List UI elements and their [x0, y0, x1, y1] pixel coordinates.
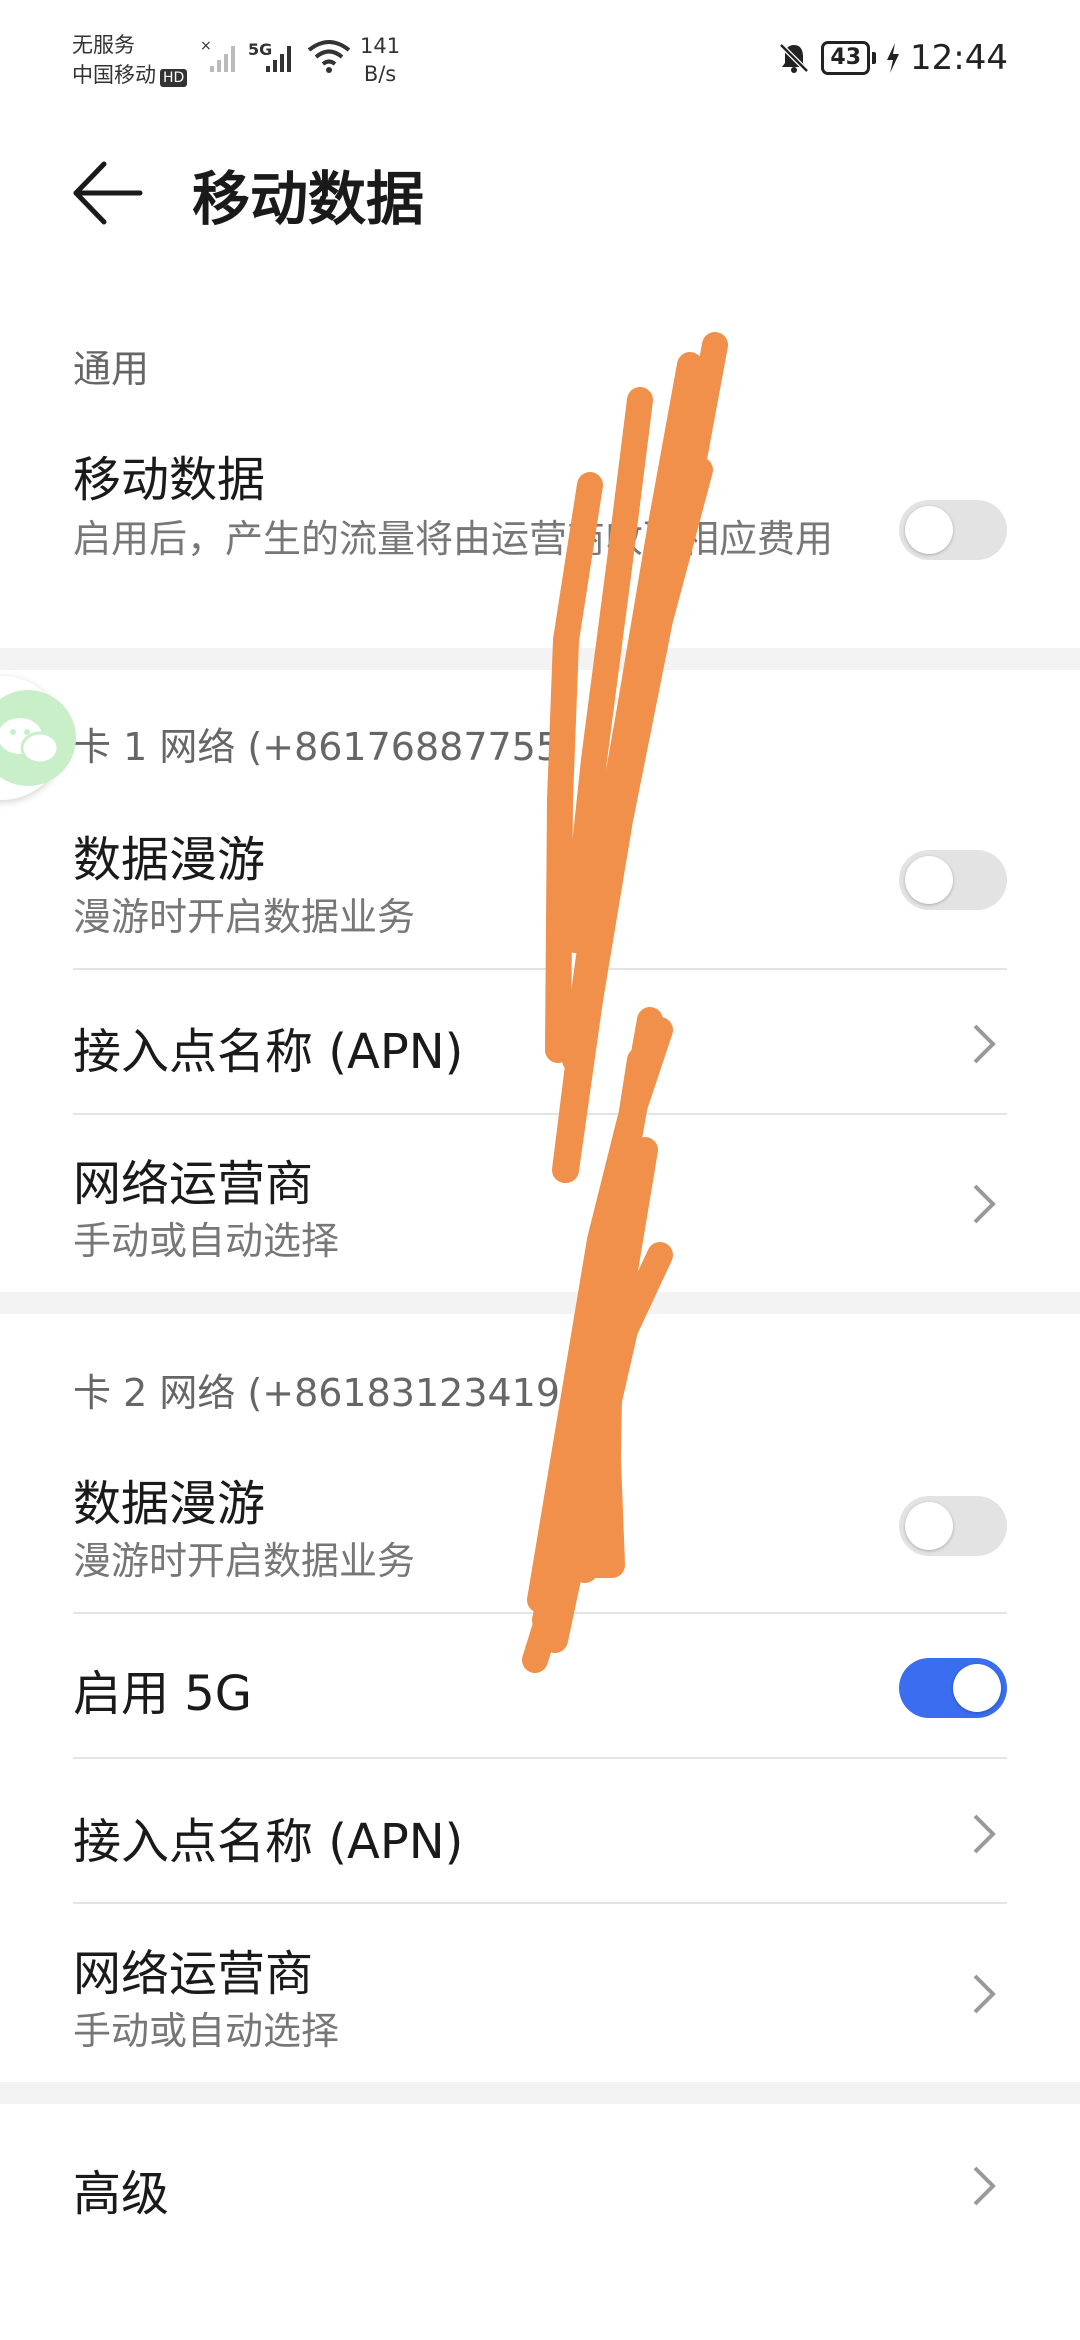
sim2-roaming-toggle[interactable]	[899, 1496, 1007, 1556]
app-bar: 移动数据	[0, 130, 1080, 250]
svg-text:×: ×	[200, 38, 212, 54]
wifi-icon	[307, 40, 351, 73]
sim2-roaming-subtitle: 漫游时开启数据业务	[73, 1539, 416, 1583]
section-divider	[0, 1292, 1080, 1314]
sim1-roaming-toggle[interactable]	[899, 850, 1007, 910]
enable-5g-title: 启用 5G	[73, 1666, 252, 1722]
mobile-data-row[interactable]: 移动数据 启用后，产生的流量将由运营商收取相应费用	[73, 440, 1007, 630]
mobile-data-subtitle: 启用后，产生的流量将由运营商收取相应费用	[73, 517, 834, 561]
sim2-carrier-row[interactable]: 网络运营商 手动或自动选择	[73, 1930, 1007, 2070]
advanced-title: 高级	[73, 2166, 170, 2222]
mobile-data-toggle[interactable]	[899, 500, 1007, 560]
enable-5g-row[interactable]: 启用 5G	[73, 1640, 1007, 1740]
chevron-right-icon	[973, 1024, 996, 1064]
signal-icon: ×	[200, 38, 235, 72]
enable-5g-toggle[interactable]	[899, 1658, 1007, 1718]
divider	[73, 1612, 1007, 1614]
battery-level: 43	[821, 41, 871, 75]
section-label-sim2: 卡 2 网络 (+86183123419	[73, 1371, 561, 1415]
hd-badge: HD	[160, 69, 188, 87]
status-right: 43 12:44	[777, 38, 1008, 78]
sim1-carrier-row[interactable]: 网络运营商 手动或自动选择	[73, 1140, 1007, 1280]
battery-icon: 43	[821, 41, 877, 75]
carrier-info: 无服务 中国移动 HD	[72, 30, 188, 90]
sim2-roaming-row[interactable]: 数据漫游 漫游时开启数据业务	[73, 1464, 1007, 1594]
mute-bell-icon	[779, 43, 810, 73]
chevron-right-icon	[973, 1974, 996, 2014]
chevron-right-icon	[973, 1184, 996, 1224]
sim1-apn-row[interactable]: 接入点名称 (APN)	[73, 1000, 1007, 1090]
section-label-general: 通用	[73, 347, 150, 391]
clock: 12:44	[910, 38, 1008, 78]
divider	[73, 1902, 1007, 1904]
speed-value: 141	[360, 34, 401, 58]
floating-chat-bubble[interactable]	[0, 676, 76, 800]
sim1-status: 无服务	[72, 33, 135, 57]
sim2-apn-title: 接入点名称 (APN)	[73, 1814, 464, 1870]
section-label-sim1: 卡 1 网络 (+86176887755	[73, 725, 561, 769]
sim2-apn-row[interactable]: 接入点名称 (APN)	[73, 1790, 1007, 1880]
sim1-carrier-subtitle: 手动或自动选择	[73, 1219, 340, 1263]
chat-icon	[0, 718, 60, 765]
advanced-row[interactable]: 高级	[73, 2140, 1007, 2240]
sim1-apn-title: 接入点名称 (APN)	[73, 1024, 464, 1080]
chevron-right-icon	[973, 1814, 996, 1854]
sim2-carrier-subtitle: 手动或自动选择	[73, 2009, 340, 2053]
chevron-right-icon	[973, 2166, 996, 2206]
sim2-roaming-title: 数据漫游	[73, 1476, 266, 1532]
divider	[73, 968, 1007, 970]
section-divider	[0, 2082, 1080, 2104]
sim1-roaming-title: 数据漫游	[73, 832, 266, 888]
section-divider	[0, 648, 1080, 670]
speed-unit: B/s	[363, 62, 397, 86]
network-speed: 141 B/s	[360, 32, 400, 88]
mobile-data-title: 移动数据	[73, 452, 266, 508]
page-title: 移动数据	[192, 165, 425, 233]
signal-strength-icon	[266, 46, 291, 72]
status-bar: 无服务 中国移动 HD × 5G 141 B/s 43 12:44	[0, 0, 1080, 110]
charging-icon	[887, 43, 900, 73]
sim1-carrier-title: 网络运营商	[73, 1156, 314, 1212]
divider	[73, 1757, 1007, 1759]
sim2-carrier-title: 网络运营商	[73, 1946, 314, 2002]
sim1-roaming-subtitle: 漫游时开启数据业务	[73, 895, 416, 939]
sim1-roaming-row[interactable]: 数据漫游 漫游时开启数据业务	[73, 820, 1007, 950]
sim2-carrier: 中国移动	[72, 63, 156, 87]
back-arrow-icon[interactable]	[68, 158, 148, 228]
divider	[73, 1113, 1007, 1115]
